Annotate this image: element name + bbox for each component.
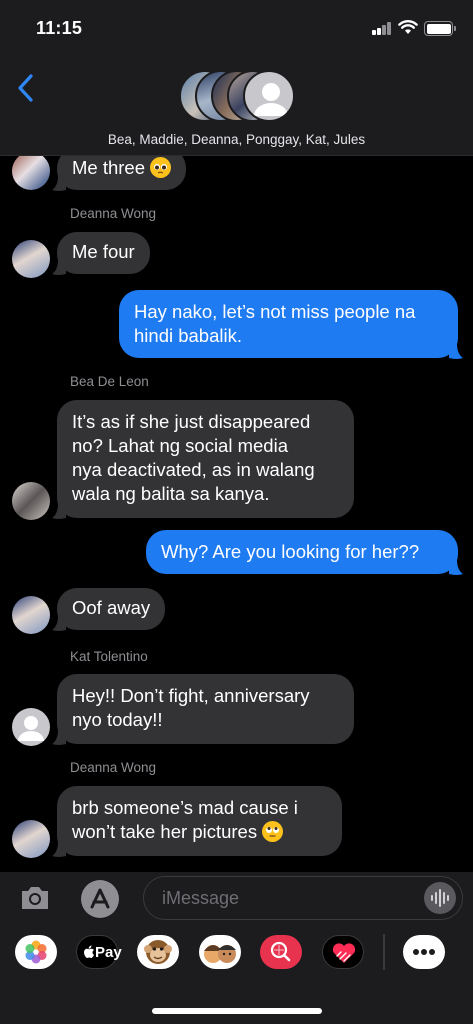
message-text-line: nya deactivated, as in walang [72, 459, 315, 480]
message-text-line: Hay nako, let’s not miss people na [134, 301, 416, 322]
apple-logo-icon [84, 945, 94, 958]
sender-avatar[interactable] [12, 482, 50, 520]
message-text-line: Hey!! Don’t fight, anniversary [72, 685, 310, 706]
apple-pay-label: Pay [95, 944, 122, 961]
pleading-face-emoji-icon [150, 157, 172, 178]
outgoing-message-bubble[interactable]: Hay nako, let’s not miss people na hindi… [119, 290, 458, 358]
cellular-signal-icon [372, 22, 392, 35]
default-person-avatar [243, 70, 295, 122]
bubble-tail [52, 842, 66, 857]
group-avatar-stack[interactable] [179, 70, 297, 124]
sender-name: Kat Tolentino [70, 649, 148, 664]
bubble-tail [52, 504, 66, 519]
bubble-tail [52, 176, 66, 191]
sender-name: Deanna Wong [70, 760, 157, 775]
message-text-line: It’s as if she just disappeared [72, 411, 311, 432]
message-text-line: won’t take her pictures [72, 821, 258, 842]
search-images-app-icon[interactable] [260, 935, 302, 969]
rolling-eyes-emoji-icon [262, 821, 284, 842]
wifi-icon [398, 20, 418, 34]
bubble-tail [449, 560, 463, 575]
bubble-tail [52, 616, 66, 631]
bubble-tail [52, 730, 66, 745]
sender-name: Bea De Leon [70, 374, 149, 389]
message-text: Oof away [72, 597, 151, 618]
compose-area: iMessage Pay [0, 872, 473, 1024]
outgoing-message-bubble[interactable]: Why? Are you looking for her?? [146, 530, 458, 574]
home-indicator[interactable] [152, 1008, 322, 1014]
person-icon [254, 83, 288, 116]
sender-avatar[interactable] [12, 156, 50, 190]
incoming-message-bubble[interactable]: It’s as if she just disappeared no? Laha… [57, 400, 354, 518]
incoming-message-bubble[interactable]: brb someone’s mad cause i won’t take her… [57, 786, 342, 856]
message-text-line: nyo today!! [72, 709, 163, 730]
sender-avatar[interactable] [12, 596, 50, 634]
back-chevron-icon[interactable] [14, 72, 38, 104]
camera-icon[interactable] [19, 883, 51, 913]
sender-avatar[interactable] [12, 240, 50, 278]
sender-avatar[interactable] [12, 820, 50, 858]
person-icon [18, 716, 44, 741]
message-text-line: brb someone’s mad cause i [72, 797, 298, 818]
group-members-label[interactable]: Bea, Maddie, Deanna, Ponggay, Kat, Jules [0, 132, 473, 147]
battery-icon [424, 21, 456, 36]
more-apps-icon[interactable] [403, 935, 445, 969]
incoming-message-bubble[interactable]: Me three [57, 156, 187, 190]
message-text: Me four [72, 241, 135, 262]
incoming-message-bubble[interactable]: Hey!! Don’t fight, anniversary nyo today… [57, 674, 354, 744]
app-drawer: Pay [0, 935, 473, 975]
bubble-tail [449, 344, 463, 359]
conversation-header: Bea, Maddie, Deanna, Ponggay, Kat, Jules [0, 58, 473, 156]
sender-name: Deanna Wong [70, 206, 157, 221]
bubble-tail [52, 260, 66, 275]
memoji-app-icon[interactable] [199, 935, 241, 969]
message-text: Me three [72, 157, 146, 178]
status-time: 11:15 [36, 18, 83, 38]
app-drawer-divider [383, 934, 385, 970]
message-text-line: hindi babalik. [134, 325, 242, 346]
status-bar: 11:15 [0, 0, 473, 58]
incoming-message-bubble[interactable]: Me four [57, 232, 150, 274]
audio-waveform-icon[interactable] [424, 882, 456, 914]
imessage-placeholder: iMessage [162, 888, 240, 908]
app-store-icon[interactable] [81, 880, 119, 918]
message-text-line: no? Lahat ng social media [72, 435, 288, 456]
photos-app-icon[interactable] [15, 935, 57, 969]
animoji-monkey-app-icon[interactable] [137, 935, 179, 969]
apple-pay-app-icon[interactable]: Pay [76, 935, 122, 969]
incoming-message-bubble[interactable]: Oof away [57, 588, 166, 630]
digital-touch-app-icon[interactable] [322, 935, 364, 969]
message-text-line: wala ng balita sa kanya. [72, 483, 270, 504]
message-thread[interactable]: Me three Deanna Wong Me four Hay nako, l… [0, 156, 473, 872]
default-person-avatar[interactable] [12, 708, 50, 746]
imessage-input[interactable]: iMessage [143, 876, 463, 920]
message-text: Why? Are you looking for her?? [161, 541, 420, 562]
